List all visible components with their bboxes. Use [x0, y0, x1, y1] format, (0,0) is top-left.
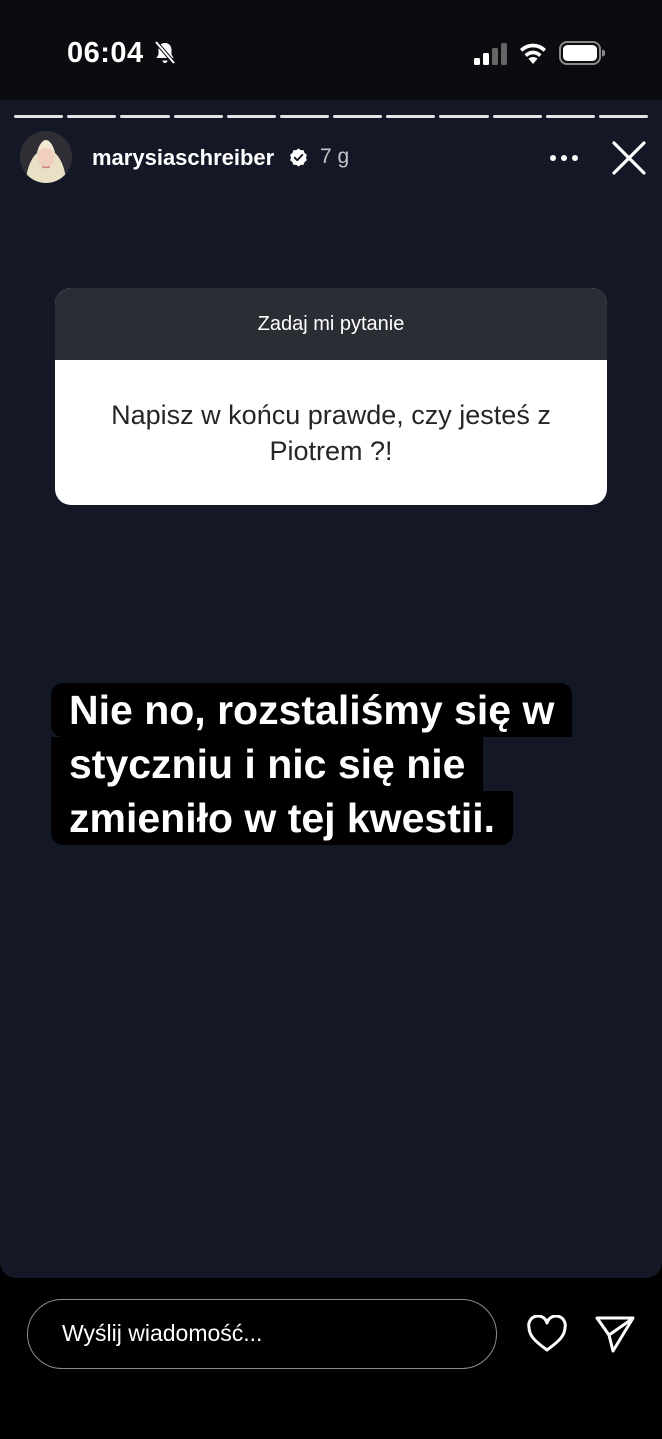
answer-text-block: Nie no, rozstaliśmy się w styczniu i nic… [51, 683, 641, 845]
progress-segment [67, 115, 117, 118]
progress-segment [598, 115, 649, 118]
wifi-icon [520, 43, 546, 64]
verified-badge-icon [290, 148, 307, 167]
cellular-signal-icon [474, 43, 507, 65]
progress-segment [439, 115, 489, 118]
send-icon[interactable] [594, 1314, 636, 1354]
progress-segment [173, 115, 223, 118]
avatar[interactable] [20, 131, 72, 183]
progress-segment [333, 115, 383, 118]
question-text: Napisz w końcu prawde, czy jesteś z Piot… [111, 399, 551, 466]
answer-line: Nie no, rozstaliśmy się w [51, 683, 573, 737]
story-viewer[interactable]: marysiaschreiber 7 g Zadaj mi pytanie Na… [0, 100, 662, 1278]
status-time: 06:04 [67, 37, 144, 69]
avatar-image [20, 131, 72, 183]
progress-segment [386, 115, 436, 118]
progress-segment [120, 115, 170, 118]
reply-message-input[interactable]: Wyślij wiadomość... [27, 1299, 497, 1369]
more-options-icon[interactable] [548, 146, 580, 170]
progress-segment [226, 115, 276, 118]
answer-line: styczniu i nic się nie [51, 737, 484, 791]
reply-placeholder: Wyślij wiadomość... [62, 1320, 263, 1346]
story-username[interactable]: marysiaschreiber [92, 145, 274, 171]
progress-segment [545, 115, 595, 118]
question-sticker-header: Zadaj mi pytanie [55, 288, 607, 360]
progress-segment [492, 115, 542, 118]
silent-bell-icon [154, 40, 176, 65]
question-sticker: Zadaj mi pytanie Napisz w końcu prawde, … [55, 288, 607, 505]
answer-line: zmieniło w tej kwestii. [51, 791, 514, 845]
progress-segment [14, 115, 64, 118]
story-progress-bar [14, 115, 649, 118]
heart-icon[interactable] [526, 1315, 568, 1353]
story-age: 7 g [320, 145, 350, 168]
status-bar: 06:04 [0, 0, 662, 100]
progress-segment [279, 115, 330, 118]
close-icon[interactable] [611, 140, 647, 176]
battery-icon [559, 41, 605, 65]
